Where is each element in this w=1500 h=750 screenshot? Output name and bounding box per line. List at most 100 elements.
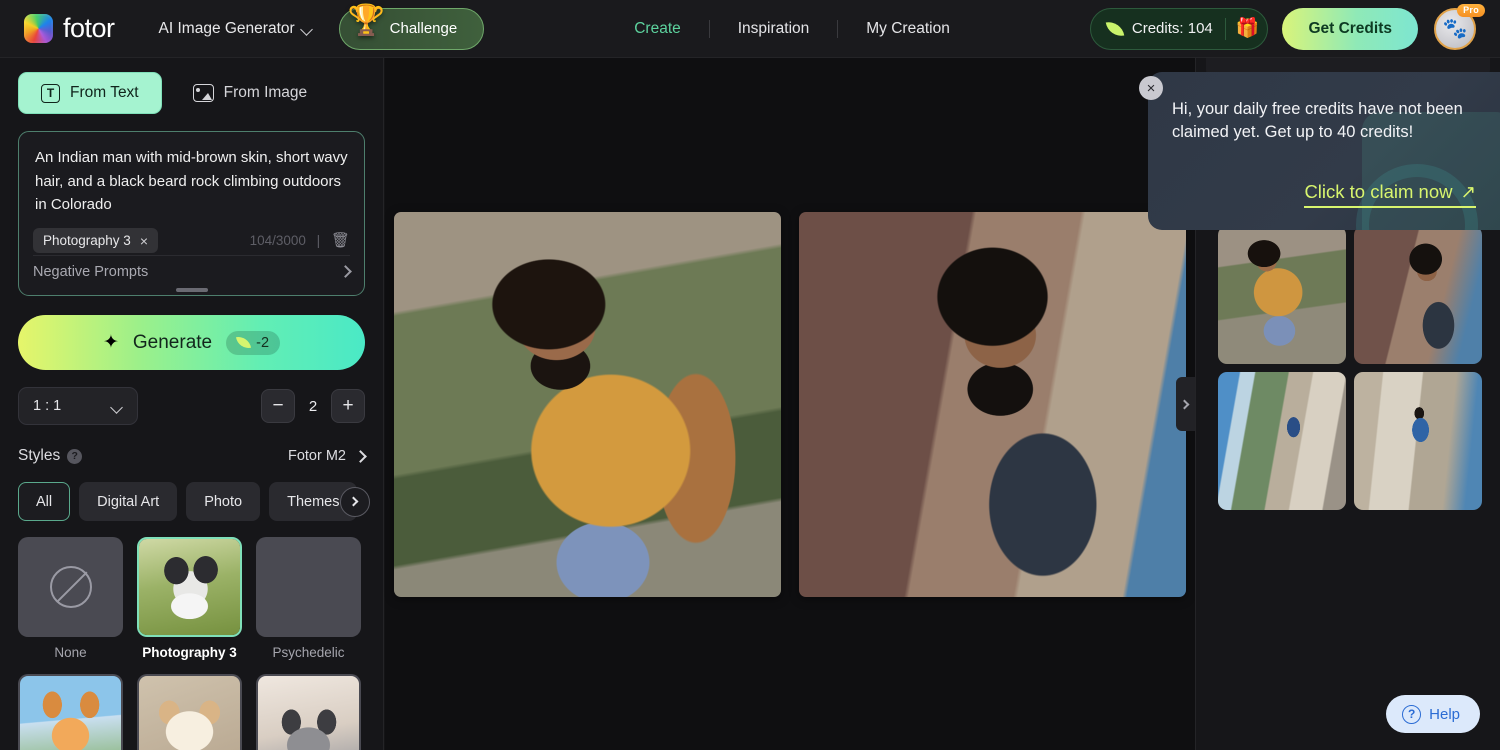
app-selector[interactable]: AI Image Generator [159,20,313,38]
credits-display[interactable]: Credits: 104 🎁 [1089,7,1269,50]
tab-from-text[interactable]: T From Text [18,72,162,114]
daily-credits-notification: Hi, your daily free credits have not bee… [1148,72,1500,230]
style-preview-image [258,539,359,635]
generate-cost-value: -2 [256,334,270,351]
style-category-all[interactable]: All [18,482,71,521]
avatar[interactable]: 🐾 Pro [1434,3,1485,50]
fotor-logo-icon [24,14,53,43]
close-icon[interactable]: × [140,234,148,248]
top-header: fotor AI Image Generator 🏆 Challenge Cre… [0,0,1500,58]
aspect-ratio-value: 1 : 1 [33,398,62,414]
style-preview-image [139,676,240,750]
chevron-down-icon [112,403,123,410]
aspect-ratio-select[interactable]: 1 : 1 [18,387,138,425]
prompt-input[interactable]: An Indian man with mid-brown skin, short… [35,146,348,217]
decrement-button[interactable]: − [261,389,295,423]
mode-tabs: T From Text From Image [0,58,383,114]
credits-divider [1224,17,1226,40]
gift-icon[interactable]: 🎁 [1236,19,1260,38]
nav-item-inspiration[interactable]: Inspiration [710,20,838,38]
claim-credits-label: Click to claim now [1304,181,1453,202]
prompt-editor[interactable]: An Indian man with mid-brown skin, short… [18,131,365,296]
result-thumbnail-2[interactable] [1354,226,1482,364]
tab-from-text-label: From Text [70,84,139,101]
styles-header: Styles ? Fotor M2 [18,447,367,465]
generated-image-content [394,211,781,597]
chevron-right-icon [354,449,367,463]
results-thumbnail-grid [1218,226,1482,510]
tab-from-image[interactable]: From Image [170,72,331,114]
style-item-5[interactable] [137,674,242,750]
style-category-digital-art[interactable]: Digital Art [79,482,178,521]
close-icon[interactable]: × [1139,76,1163,100]
style-category-photo[interactable]: Photo [186,482,261,521]
chevron-right-icon [1179,399,1189,409]
result-image-content [1354,372,1482,510]
style-thumbnail[interactable] [137,674,242,750]
style-item-6[interactable] [256,674,361,750]
model-selector[interactable]: Fotor M2 [288,448,367,464]
negative-prompts-row[interactable]: Negative Prompts [33,255,352,287]
challenge-label: Challenge [389,20,458,37]
chevron-down-icon [302,25,313,32]
leaf-credit-icon [1105,19,1125,38]
brand-logo[interactable]: fotor [24,13,115,44]
style-label: Psychedelic [272,645,345,660]
no-style-icon [49,566,92,608]
trophy-icon: 🏆 [347,3,386,37]
applied-style-chip[interactable]: Photography 3 × [33,228,159,253]
nav-item-my-creation[interactable]: My Creation [838,20,978,38]
resize-handle[interactable] [175,288,208,292]
applied-style-label: Photography 3 [43,233,131,248]
help-label: Help [1429,705,1460,723]
pro-badge: Pro [1457,3,1485,17]
style-label: None [54,645,87,660]
result-image-content [1218,372,1346,510]
credits-label: Credits: 104 [1131,20,1213,37]
generated-image-1[interactable] [394,211,781,597]
style-thumbnail[interactable] [137,537,242,637]
image-count-stepper: − 2 + [261,389,365,423]
style-thumbnail[interactable] [18,674,123,750]
style-label: Photography 3 [142,645,237,660]
question-mark-icon: ? [1402,704,1422,724]
style-preview-image [20,676,121,750]
ratio-and-count-row: 1 : 1 − 2 + [18,387,365,425]
style-thumbnail[interactable] [18,537,123,637]
nav-item-create[interactable]: Create [606,20,709,38]
challenge-button[interactable]: 🏆 Challenge [338,3,485,50]
generated-image-2[interactable] [799,211,1186,597]
style-thumbnail[interactable] [256,674,361,750]
style-item-photography-3[interactable]: Photography 3 [137,537,242,660]
result-thumbnail-3[interactable] [1218,372,1346,510]
get-credits-button[interactable]: Get Credits [1282,7,1418,50]
tab-from-image-label: From Image [223,84,308,101]
char-counter: 104/3000 | 🗑 [250,233,350,248]
result-thumbnail-1[interactable] [1218,226,1346,364]
image-icon [192,84,214,102]
panel-collapse-handle[interactable] [1176,377,1195,431]
increment-button[interactable]: + [331,389,365,423]
counter-divider: | [316,233,321,248]
help-button[interactable]: ? Help [1386,695,1480,733]
style-item-psychedelic[interactable]: Psychedelic [256,537,361,660]
generate-label: Generate [132,331,213,353]
image-count-value: 2 [308,397,318,415]
result-thumbnail-4[interactable] [1354,372,1482,510]
generate-button[interactable]: ✦ Generate -2 [18,315,365,370]
leaf-credit-icon [236,334,252,351]
trash-icon[interactable]: 🗑 [331,232,350,249]
style-thumbnail[interactable] [256,537,361,637]
help-icon[interactable]: ? [67,448,83,464]
claim-credits-link[interactable]: Click to claim now ↗ [1304,181,1476,208]
chevron-right-icon [348,496,359,507]
notification-message: Hi, your daily free credits have not bee… [1172,100,1463,142]
style-preview-image [139,539,240,635]
style-item-none[interactable]: None [18,537,123,660]
categories-next-button[interactable] [340,486,370,517]
style-item-4[interactable] [18,674,123,750]
app-root: fotor AI Image Generator 🏆 Challenge Cre… [0,0,1500,750]
char-counter-value: 104/3000 [249,233,306,248]
image-canvas [385,58,1195,750]
style-category-tabs: All Digital Art Photo Themes [18,482,370,521]
